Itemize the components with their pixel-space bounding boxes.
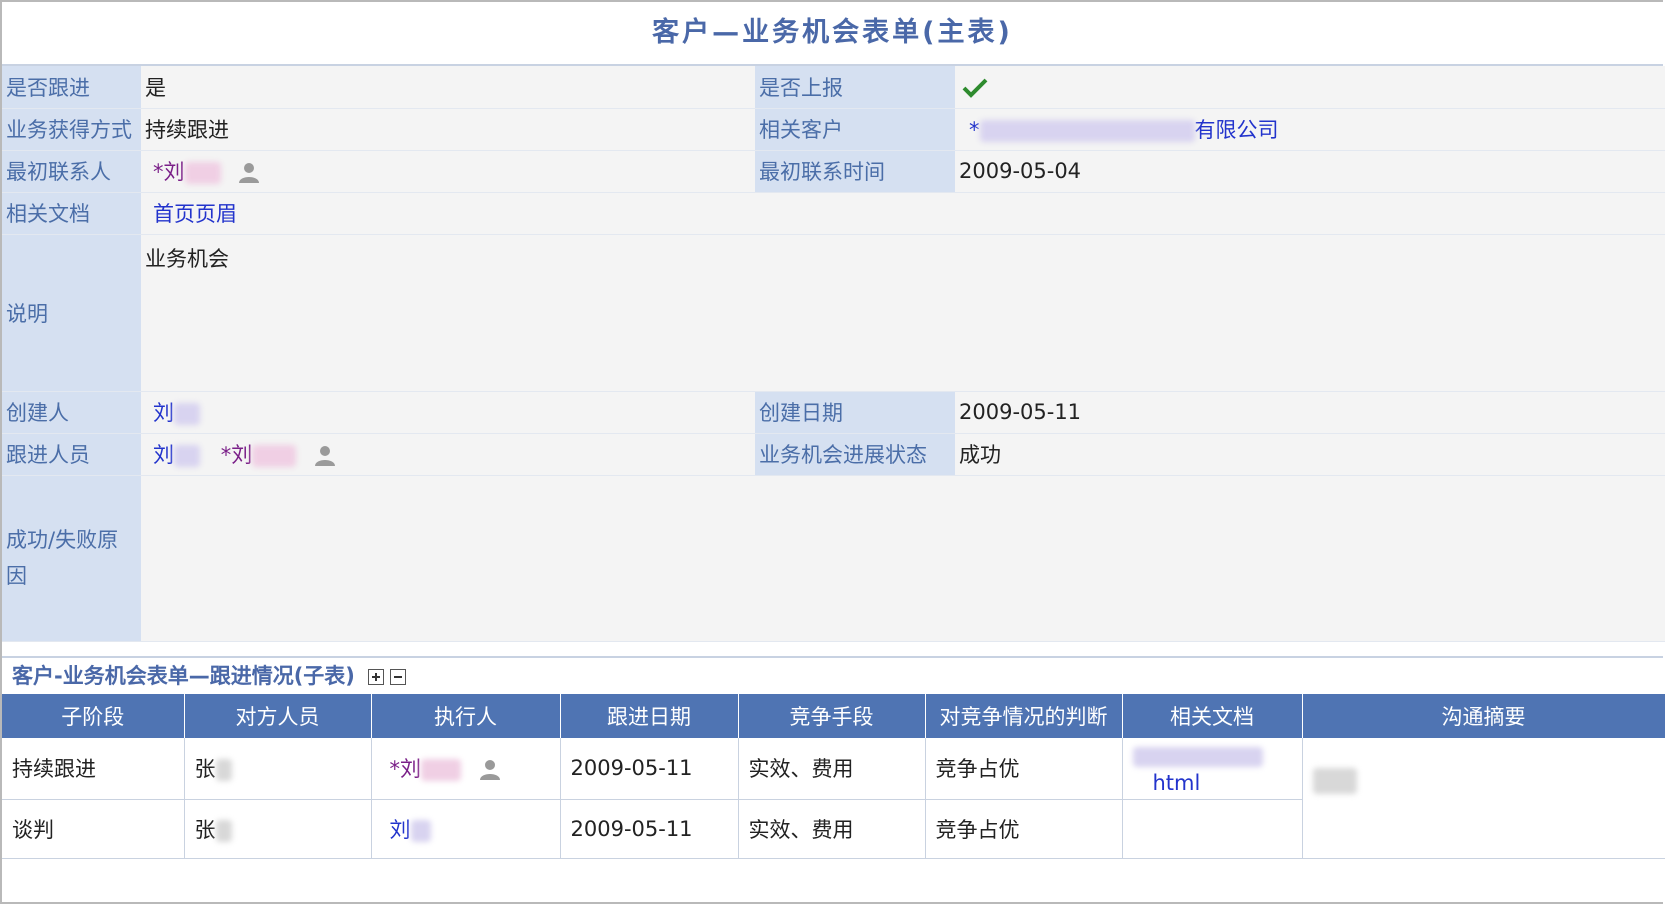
redacted-text — [410, 819, 431, 842]
form-row: 成功/失败原因 — [2, 475, 1665, 642]
stage-cell: 持续跟进 — [2, 737, 185, 800]
redacted-text — [421, 759, 461, 781]
followers-label: 跟进人员 — [2, 433, 141, 476]
main-form-table: 是否跟进 是 是否上报 业务获得方式 持续跟进 相关客户 * 有限公司 最初联系人… — [2, 66, 1665, 642]
status-value: 成功 — [955, 433, 1665, 476]
form-row: 创建人 刘 创建日期 2009-05-11 — [2, 391, 1665, 434]
reported-label: 是否上报 — [755, 66, 955, 109]
form-row: 最初联系人 *刘 最初联系时间 2009-05-04 — [2, 150, 1665, 193]
counterpart-cell: 张 — [184, 737, 372, 800]
contact-value: *刘 — [141, 150, 755, 193]
form-row: 跟进人员 刘 *刘 业务机会进展状态 成功 — [2, 433, 1665, 476]
creator-label: 创建人 — [2, 391, 141, 434]
redacted-text — [215, 759, 232, 781]
customer-prefix: * — [969, 118, 980, 142]
date-cell: 2009-05-11 — [560, 737, 739, 800]
form-row: 业务获得方式 持续跟进 相关客户 * 有限公司 — [2, 108, 1665, 151]
column-header: 相关文档 — [1122, 693, 1303, 738]
form-row: 是否跟进 是 是否上报 — [2, 66, 1665, 109]
column-header: 跟进日期 — [560, 693, 739, 738]
customer-label: 相关客户 — [755, 108, 955, 151]
judgement-cell: 竞争占优 — [925, 737, 1123, 800]
followers-value: 刘 *刘 — [141, 433, 755, 476]
form-frame: 客户—业务机会表单(主表) 是否跟进 是 是否上报 业务获得方式 持续跟进 相关… — [0, 0, 1665, 904]
expand-icon[interactable] — [368, 668, 385, 685]
status-label: 业务机会进展状态 — [755, 433, 955, 476]
executor-link[interactable]: 刘 — [390, 818, 411, 842]
executor-cell: *刘 — [371, 737, 561, 800]
created-label: 创建日期 — [755, 391, 955, 434]
redacted-text — [252, 445, 297, 467]
contact-time-value: 2009-05-04 — [955, 150, 1665, 193]
follower-link[interactable]: 刘 — [153, 443, 174, 467]
reported-value — [955, 66, 1665, 109]
column-header: 对方人员 — [184, 693, 372, 738]
stage-cell: 谈判 — [2, 799, 185, 859]
person-icon[interactable] — [478, 758, 502, 782]
follower-link[interactable]: *刘 — [221, 443, 253, 467]
means-cell: 实效、费用 — [738, 799, 926, 859]
form-row: 说明 业务机会 — [2, 234, 1665, 392]
collapse-icon[interactable] — [390, 668, 407, 685]
subtable-title: 客户-业务机会表单—跟进情况(子表) — [12, 663, 355, 688]
followup-table: 子阶段 对方人员 执行人 跟进日期 竞争手段 对竞争情况的判断 相关文档 沟通摘… — [2, 693, 1665, 859]
page-title: 客户—业务机会表单(主表) — [2, 2, 1663, 66]
contact-time-label: 最初联系时间 — [755, 150, 955, 193]
creator-link[interactable]: 刘 — [153, 401, 174, 425]
follow-value: 是 — [141, 66, 755, 109]
method-value: 持续跟进 — [141, 108, 755, 151]
counterpart-text: 张 — [194, 757, 216, 781]
person-icon[interactable] — [313, 444, 337, 468]
table-row: 持续跟进 张 *刘 2009-05-11 实效、费用 竞争占优 html — [2, 737, 1665, 859]
doc-label: 相关文档 — [2, 192, 141, 235]
executor-cell: 刘 — [371, 799, 561, 859]
redacted-text — [215, 819, 232, 842]
redacted-text — [174, 445, 200, 467]
counterpart-cell: 张 — [184, 799, 372, 859]
reason-label: 成功/失败原因 — [2, 475, 141, 642]
redacted-text — [1312, 767, 1357, 794]
doc-link[interactable]: 首页页眉 — [153, 202, 237, 226]
redacted-text — [184, 162, 221, 184]
customer-value[interactable]: * 有限公司 — [955, 108, 1665, 151]
redacted-text — [174, 403, 200, 425]
checkmark-icon — [962, 78, 988, 98]
desc-value: 业务机会 — [141, 234, 1665, 392]
contact-link[interactable]: *刘 — [153, 160, 185, 184]
column-header: 子阶段 — [2, 693, 185, 738]
redacted-text — [1132, 746, 1263, 767]
executor-link[interactable]: *刘 — [390, 757, 422, 781]
customer-link[interactable]: 有限公司 — [1195, 118, 1279, 142]
follow-label: 是否跟进 — [2, 66, 141, 109]
column-header: 竞争手段 — [738, 693, 926, 738]
method-label: 业务获得方式 — [2, 108, 141, 151]
contact-label: 最初联系人 — [2, 150, 141, 193]
doc-value: 首页页眉 — [141, 192, 1665, 235]
creator-value: 刘 — [141, 391, 755, 434]
table-header-row: 子阶段 对方人员 执行人 跟进日期 竞争手段 对竞争情况的判断 相关文档 沟通摘… — [2, 693, 1665, 738]
summary-cell — [1302, 737, 1665, 859]
date-cell: 2009-05-11 — [560, 799, 739, 859]
redacted-text — [979, 120, 1195, 142]
judgement-cell: 竞争占优 — [925, 799, 1123, 859]
column-header: 对竞争情况的判断 — [925, 693, 1123, 738]
person-icon[interactable] — [237, 161, 261, 185]
subtable-header: 客户-业务机会表单—跟进情况(子表) — [2, 655, 1663, 694]
column-header: 执行人 — [371, 693, 561, 738]
doc-cell: html — [1122, 737, 1303, 800]
reason-value — [141, 475, 1665, 642]
created-value: 2009-05-11 — [955, 391, 1665, 434]
desc-label: 说明 — [2, 234, 141, 392]
form-row: 相关文档 首页页眉 — [2, 192, 1665, 235]
doc-link[interactable]: html — [1153, 771, 1201, 795]
means-cell: 实效、费用 — [738, 737, 926, 800]
counterpart-text: 张 — [194, 817, 216, 842]
doc-cell — [1122, 799, 1303, 859]
column-header: 沟通摘要 — [1302, 693, 1665, 738]
